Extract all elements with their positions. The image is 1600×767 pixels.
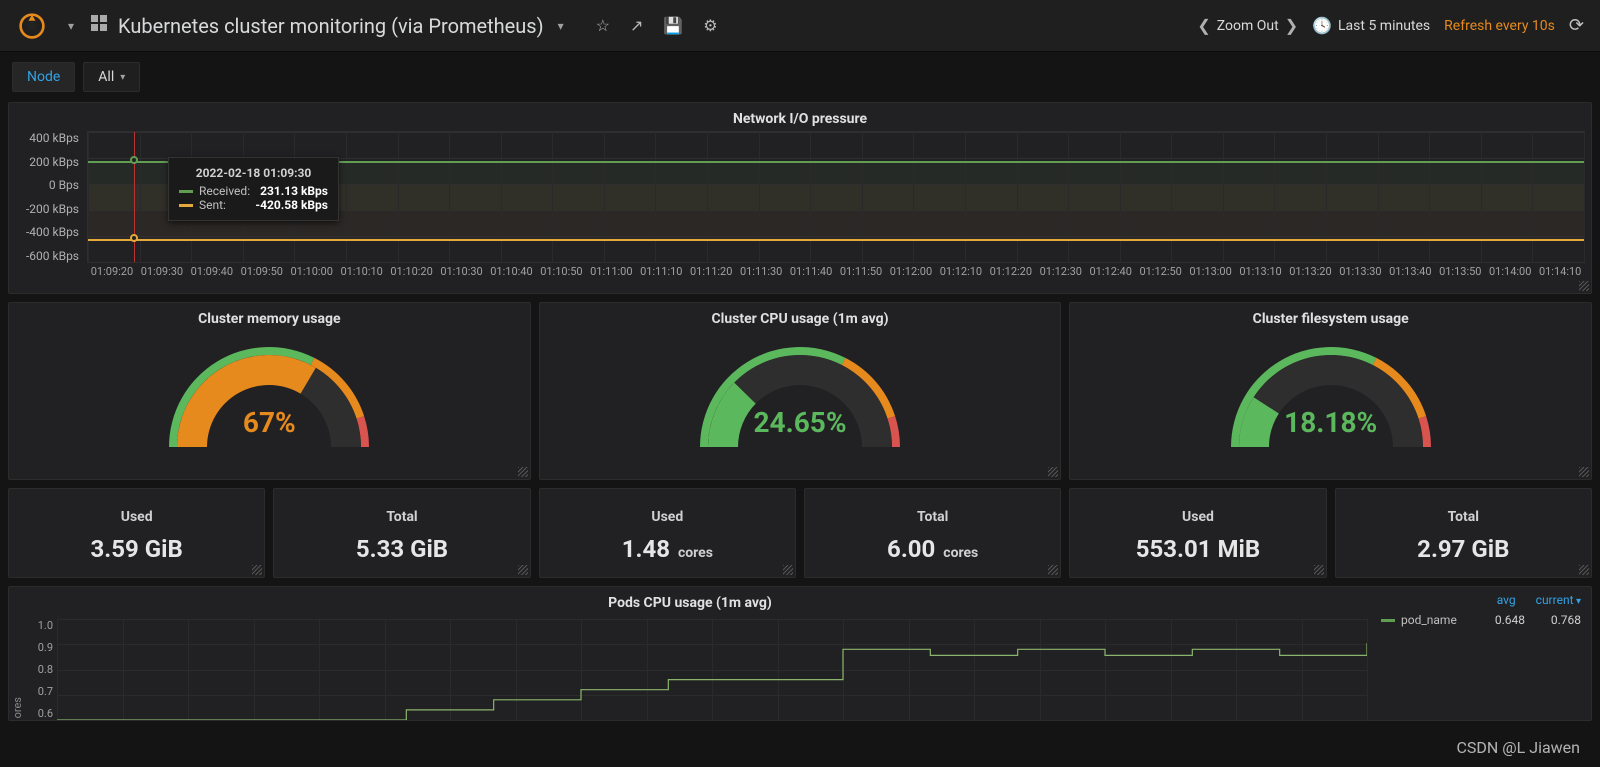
stat-value: 5.33 GiB — [356, 535, 448, 563]
resize-handle-icon[interactable] — [518, 467, 528, 477]
stat-label: Used — [651, 509, 683, 525]
stat-panel[interactable]: Total 6.00 cores — [804, 488, 1061, 578]
var-node-value: All — [98, 69, 114, 85]
panel-cpu-gauge[interactable]: Cluster CPU usage (1m avg) 24.65% — [539, 302, 1062, 480]
plot-area — [57, 619, 1367, 720]
stat-value: 553.01 MiB — [1136, 535, 1260, 563]
stat-panel[interactable]: Used 3.59 GiB — [8, 488, 265, 578]
legend-swatch — [1381, 619, 1395, 622]
panel-title: Network I/O pressure — [9, 103, 1591, 131]
stat-panel[interactable]: Total 2.97 GiB — [1335, 488, 1592, 578]
chart-tooltip: 2022-02-18 01:09:30 Received:231.13 kBps… — [168, 157, 339, 221]
legend-row[interactable]: pod_name 0.648 0.768 — [1381, 613, 1581, 627]
refresh-icon[interactable]: ⟳ — [1569, 15, 1584, 36]
panel-title: Cluster CPU usage (1m avg) — [540, 303, 1061, 331]
clock-icon: 🕓 — [1312, 16, 1332, 35]
x-axis: 01:09:2001:09:3001:09:4001:09:5001:10:00… — [87, 265, 1585, 281]
stat-label: Total — [386, 509, 417, 525]
zoom-out-label: Zoom Out — [1217, 18, 1279, 34]
refresh-interval[interactable]: Refresh every 10s — [1444, 18, 1555, 34]
stat-panel[interactable]: Used 553.01 MiB — [1069, 488, 1326, 578]
share-icon[interactable]: ↗ — [630, 16, 643, 35]
legend-header[interactable]: avg current — [1381, 593, 1581, 607]
template-var-row: Node All ▾ — [0, 52, 1600, 102]
hover-cursor — [134, 132, 135, 262]
var-node-dropdown[interactable]: All ▾ — [83, 62, 140, 92]
panel-pods-cpu[interactable]: Pods CPU usage (1m avg) 1.00.90.80.70.6 … — [8, 586, 1592, 721]
chevron-down-icon[interactable]: ▾ — [68, 19, 74, 33]
resize-handle-icon[interactable] — [1579, 467, 1589, 477]
var-node-label: Node — [12, 62, 75, 92]
network-chart: 400 kBps200 kBps0 Bps-200 kBps-400 kBps-… — [15, 131, 1585, 281]
stat-label: Used — [1182, 509, 1214, 525]
chevron-left-icon: ❮ — [1197, 16, 1210, 35]
settings-icon[interactable]: ⚙ — [703, 16, 717, 35]
topbar: ▾ Kubernetes cluster monitoring (via Pro… — [0, 0, 1600, 52]
stat-label: Total — [917, 509, 948, 525]
save-icon[interactable]: 💾 — [663, 16, 683, 35]
time-range-label: Last 5 minutes — [1338, 18, 1430, 34]
pods-legend: avg current pod_name 0.648 0.768 — [1371, 587, 1591, 720]
watermark: CSDN @L Jiawen — [1456, 738, 1580, 757]
chevron-right-icon: ❯ — [1285, 16, 1298, 35]
resize-handle-icon[interactable] — [1314, 565, 1324, 575]
gauge-value: 67% — [9, 406, 530, 439]
stat-value: 1.48 cores — [622, 535, 713, 563]
star-icon[interactable]: ☆ — [596, 16, 610, 35]
resize-handle-icon[interactable] — [783, 565, 793, 575]
stat-label: Total — [1448, 509, 1479, 525]
dashboard-panels: Network I/O pressure 400 kBps200 kBps0 B… — [0, 102, 1600, 721]
legend-name: pod_name — [1401, 613, 1469, 627]
stats-row: Used 3.59 GiB Total 5.33 GiB Used 1.48 c… — [8, 488, 1592, 578]
gauge-row: Cluster memory usage 67% Cluster CPU usa… — [8, 302, 1592, 480]
panel-title: Cluster filesystem usage — [1070, 303, 1591, 331]
y-axis: 400 kBps200 kBps0 Bps-200 kBps-400 kBps-… — [15, 131, 85, 263]
stat-panel[interactable]: Total 5.33 GiB — [273, 488, 530, 578]
resize-handle-icon[interactable] — [518, 565, 528, 575]
zoom-out-button[interactable]: ❮ Zoom Out ❯ — [1197, 16, 1298, 35]
dashboard-title: Kubernetes cluster monitoring (via Prome… — [118, 14, 544, 38]
dashboard-icon — [90, 14, 108, 37]
stat-label: Used — [121, 509, 153, 525]
plot-area: 2022-02-18 01:09:30 Received:231.13 kBps… — [87, 131, 1585, 263]
panel-title: Pods CPU usage (1m avg) — [9, 587, 1371, 615]
panel-network-io[interactable]: Network I/O pressure 400 kBps200 kBps0 B… — [8, 102, 1592, 294]
legend-current: 0.768 — [1531, 613, 1581, 627]
stat-value: 2.97 GiB — [1417, 535, 1509, 563]
stat-panel[interactable]: Used 1.48 cores — [539, 488, 796, 578]
panel-fs-gauge[interactable]: Cluster filesystem usage 18.18% — [1069, 302, 1592, 480]
pods-chart-area: Pods CPU usage (1m avg) 1.00.90.80.70.6 … — [9, 587, 1371, 720]
resize-handle-icon[interactable] — [1579, 565, 1589, 575]
toolbar-actions: ☆ ↗ 💾 ⚙ — [596, 16, 718, 35]
grafana-logo-icon[interactable] — [16, 10, 48, 42]
resize-handle-icon[interactable] — [1579, 281, 1589, 291]
resize-handle-icon[interactable] — [1048, 467, 1058, 477]
resize-handle-icon[interactable] — [252, 565, 262, 575]
chevron-down-icon: ▾ — [120, 72, 125, 83]
stat-value: 6.00 cores — [887, 535, 978, 563]
panel-memory-gauge[interactable]: Cluster memory usage 67% — [8, 302, 531, 480]
chevron-down-icon: ▾ — [558, 19, 564, 33]
panel-title: Cluster memory usage — [9, 303, 530, 331]
tooltip-time: 2022-02-18 01:09:30 — [179, 166, 328, 180]
gauge-value: 24.65% — [540, 406, 1061, 439]
stat-value: 3.59 GiB — [91, 535, 183, 563]
gauge-value: 18.18% — [1070, 406, 1591, 439]
time-controls: ❮ Zoom Out ❯ 🕓 Last 5 minutes Refresh ev… — [1197, 15, 1584, 36]
time-range-picker[interactable]: 🕓 Last 5 minutes — [1312, 16, 1430, 35]
resize-handle-icon[interactable] — [1048, 565, 1058, 575]
y-axis-unit: ores — [11, 697, 24, 718]
dashboard-picker[interactable]: Kubernetes cluster monitoring (via Prome… — [90, 14, 564, 38]
legend-avg: 0.648 — [1475, 613, 1525, 627]
